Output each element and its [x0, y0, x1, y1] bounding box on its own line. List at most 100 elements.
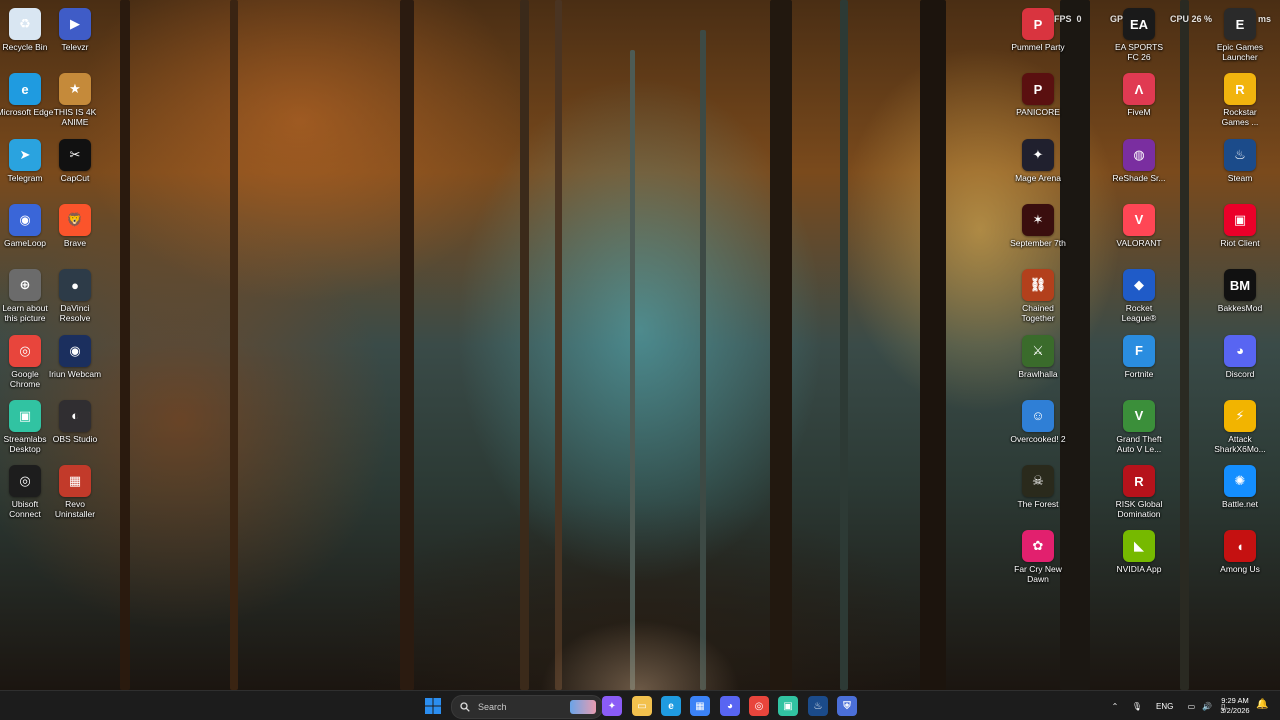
september-7th-icon: ✶ — [1022, 203, 1054, 236]
desktop-shortcut[interactable]: ◆ Rocket League® — [1110, 269, 1168, 333]
desktop-shortcut-label: Epic Games Launcher — [1216, 42, 1264, 62]
desktop-shortcut[interactable]: ✿ Far Cry New Dawn — [1009, 530, 1067, 594]
anime-icon: ★ — [59, 73, 91, 106]
desktop-shortcut-label: BakkesMod — [1217, 303, 1263, 314]
the-forest-icon: ☠ — [1022, 465, 1054, 498]
battle-net-icon: ✺ — [1224, 465, 1256, 498]
desktop-shortcut-label: Rockstar Games ... — [1221, 107, 1259, 128]
attack-shark-icon: ⚡ — [1224, 399, 1256, 432]
desktop-shortcut[interactable]: P Pummel Party — [1009, 8, 1067, 72]
rocket-league-icon: ◆ — [1123, 269, 1155, 302]
streamlabs-icon[interactable]: ▣ — [778, 696, 798, 716]
desktop-shortcut[interactable]: ✂ CapCut — [46, 138, 104, 203]
desktop-shortcut-label: PANICORE — [1016, 107, 1060, 118]
desktop-shortcut[interactable]: F Fortnite — [1110, 334, 1168, 399]
pummel-party-icon: P — [1022, 8, 1054, 40]
desktop-shortcut[interactable]: EA EA SPORTS FC 26 — [1110, 8, 1168, 72]
search-highlight-icon — [570, 700, 596, 714]
fivem-icon: Λ — [1123, 73, 1155, 106]
chained-together-icon: ⛓ — [1022, 269, 1054, 302]
taskbar: Search ✦ ▭ e ▦ ◕ ◎ ▣ ♨ ⛨ ⌃ 🎙 ENG ▭ 🔊 ▯ 9:29 AM 3… — [0, 690, 1280, 720]
network-icon[interactable]: ▭ — [1185, 702, 1197, 711]
obs-studio-icon: ◐ — [59, 399, 91, 432]
edge-icon[interactable]: e — [661, 696, 681, 716]
chrome-icon[interactable]: ◎ — [749, 696, 769, 716]
search-icon — [460, 702, 470, 712]
desktop-shortcut[interactable]: ✺ Battle.net — [1211, 465, 1269, 529]
language-indicator[interactable]: ENG — [1156, 702, 1173, 711]
desktop-shortcut[interactable]: R RISK Global Domination — [1110, 465, 1168, 529]
desktop-shortcut-label: Attack SharkX6Mo... — [1214, 433, 1266, 454]
desktop-shortcut[interactable]: ☠ The Forest — [1009, 465, 1067, 529]
desktop-shortcut[interactable]: R Rockstar Games ... — [1211, 73, 1269, 137]
desktop-shortcut[interactable]: ☺ Overcooked! 2 — [1009, 399, 1067, 464]
chrome-icon: ◎ — [9, 334, 41, 367]
ea-sports-fc-icon: EA — [1123, 8, 1155, 40]
taskbar-clock[interactable]: 9:29 AM 3/2/2026 — [1216, 696, 1254, 716]
desktop-shortcut[interactable]: ● DaVinci Resolve — [46, 269, 104, 333]
among-us-icon: ◖ — [1224, 530, 1256, 563]
desktop-shortcut[interactable]: ⛓ Chained Together — [1009, 269, 1067, 333]
clock-date: 3/2/2026 — [1220, 706, 1250, 715]
desktop-shortcut-label: DaVinci Resolve — [59, 303, 91, 324]
desktop-shortcut[interactable]: ⚡ Attack SharkX6Mo... — [1211, 399, 1269, 464]
file-explorer-icon[interactable]: ▭ — [632, 696, 652, 716]
desktop-shortcut[interactable]: ⚔ Brawlhalla — [1009, 334, 1067, 399]
discord-icon[interactable]: ◕ — [720, 696, 740, 716]
iriun-webcam-icon: ◉ — [59, 334, 91, 367]
desktop-shortcut-label: RISK Global Domination — [1115, 499, 1163, 520]
desktop-shortcut-label: Far Cry New Dawn — [1014, 564, 1062, 585]
desktop-shortcut-label: OBS Studio — [52, 433, 98, 444]
desktop-shortcut-label: ReShade Sr... — [1112, 172, 1166, 183]
steam-icon[interactable]: ♨ — [808, 696, 828, 716]
taskbar-search[interactable]: Search — [451, 695, 603, 719]
recycle-bin-icon: ♻ — [9, 8, 41, 40]
desktop-shortcut[interactable]: ✶ September 7th — [1009, 203, 1067, 268]
desktop-shortcut[interactable]: BM BakkesMod — [1211, 269, 1269, 333]
desktop-shortcut[interactable]: ◐ OBS Studio — [46, 399, 104, 464]
desktop-shortcut[interactable]: ✦ Mage Arena — [1009, 138, 1067, 203]
valorant-icon: V — [1123, 203, 1155, 236]
desktop-shortcut-label: Chained Together — [1021, 303, 1055, 324]
desktop-shortcut[interactable]: ♨ Steam — [1211, 138, 1269, 203]
bakkesmod-icon: BM — [1224, 269, 1256, 302]
vpn-shield-icon[interactable]: ⛨ — [837, 696, 857, 716]
desktop-shortcut-label: Discord — [1225, 368, 1255, 379]
desktop-shortcut[interactable]: ◍ ReShade Sr... — [1110, 138, 1168, 203]
desktop-shortcut[interactable]: 🦁 Brave — [46, 203, 104, 268]
desktop-shortcut[interactable]: P PANICORE — [1009, 73, 1067, 137]
start-button[interactable] — [423, 696, 443, 716]
volume-icon[interactable]: 🔊 — [1201, 702, 1213, 711]
mage-arena-icon: ✦ — [1022, 138, 1054, 171]
microsoft-store-icon[interactable]: ▦ — [690, 696, 710, 716]
desktop-shortcut-label: Brawlhalla — [1018, 368, 1058, 379]
desktop-shortcut-label: FiveM — [1127, 107, 1151, 118]
desktop-shortcut[interactable]: V Grand Theft Auto V Le... — [1110, 399, 1168, 464]
desktop-shortcut[interactable]: ◖ Among Us — [1211, 530, 1269, 594]
desktop-shortcut[interactable]: ◉ Iriun Webcam — [46, 334, 104, 399]
davinci-resolve-icon: ● — [59, 269, 91, 302]
streamlabs-icon: ▣ — [9, 399, 41, 432]
notifications-bell-icon[interactable]: 🔔 — [1256, 699, 1268, 711]
desktop-shortcut[interactable]: ▦ Revo Uninstaller — [46, 465, 104, 529]
windows-logo-icon — [425, 698, 441, 714]
desktop-shortcut-label: Televzr — [61, 42, 89, 52]
desktop-shortcut[interactable]: V VALORANT — [1110, 203, 1168, 268]
desktop-shortcut[interactable]: ◕ Discord — [1211, 334, 1269, 399]
desktop-shortcut-label: Revo Uninstaller — [54, 499, 96, 520]
search-placeholder: Search — [478, 702, 507, 712]
desktop-shortcut[interactable]: ★ THIS IS 4K ANIME — [46, 73, 104, 137]
desktop-shortcut[interactable]: ▣ Riot Client — [1211, 203, 1269, 268]
microphone-icon[interactable]: 🎙 — [1130, 702, 1144, 711]
show-hidden-icons-chevron-icon[interactable]: ⌃ — [1108, 702, 1122, 711]
copilot-icon[interactable]: ✦ — [602, 696, 622, 716]
discord-icon: ◕ — [1224, 334, 1256, 367]
desktop-shortcut[interactable]: Λ FiveM — [1110, 73, 1168, 137]
desktop-shortcut[interactable]: ▶ Televzr — [46, 8, 104, 72]
fortnite-icon: F — [1123, 334, 1155, 367]
desktop-shortcut[interactable]: ◣ NVIDIA App — [1110, 530, 1168, 594]
desktop-shortcut-label: Iriun Webcam — [48, 368, 102, 379]
risk-icon: R — [1123, 465, 1155, 498]
desktop-shortcut[interactable]: E Epic Games Launcher — [1211, 8, 1269, 72]
steam-icon: ♨ — [1224, 138, 1256, 171]
